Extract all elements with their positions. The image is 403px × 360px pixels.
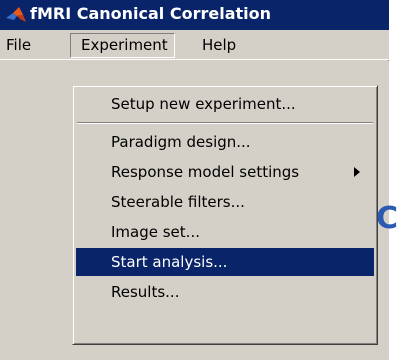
menu-item-steerable-filters[interactable]: Steerable filters... (76, 188, 374, 216)
menu-bar: File Experiment Help (0, 30, 389, 60)
matlab-logo-icon (6, 6, 26, 24)
menu-item-label: Steerable filters... (111, 193, 245, 211)
menu-item-label: Start analysis... (111, 253, 228, 271)
window-title: fMRI Canonical Correlation (30, 4, 272, 23)
submenu-arrow-icon (354, 167, 360, 177)
menu-item-label: Setup new experiment... (111, 95, 296, 113)
menu-item-label: Results... (111, 283, 180, 301)
menu-item-response-model-settings[interactable]: Response model settings (76, 158, 374, 186)
menu-item-label: Image set... (111, 223, 200, 241)
menu-item-image-set[interactable]: Image set... (76, 218, 374, 246)
menu-item-label: Paradigm design... (111, 133, 251, 151)
menu-item-paradigm-design[interactable]: Paradigm design... (76, 128, 374, 156)
menu-item-results[interactable]: Results... (76, 278, 374, 306)
menu-help[interactable]: Help (196, 34, 242, 56)
menu-item-start-analysis[interactable]: Start analysis... (76, 248, 374, 276)
menu-file[interactable]: File (0, 34, 37, 56)
menu-item-setup-new-experiment[interactable]: Setup new experiment... (76, 90, 374, 118)
menu-separator (77, 122, 373, 124)
experiment-dropdown-menu: Setup new experiment... Paradigm design.… (72, 85, 378, 345)
app-window: fMRI Canonical Correlation File Experime… (0, 0, 398, 360)
menu-experiment[interactable]: Experiment (70, 33, 175, 58)
menu-item-label: Response model settings (111, 163, 300, 181)
title-bar[interactable]: fMRI Canonical Correlation (0, 0, 389, 30)
background-partial-text: C (376, 201, 399, 236)
